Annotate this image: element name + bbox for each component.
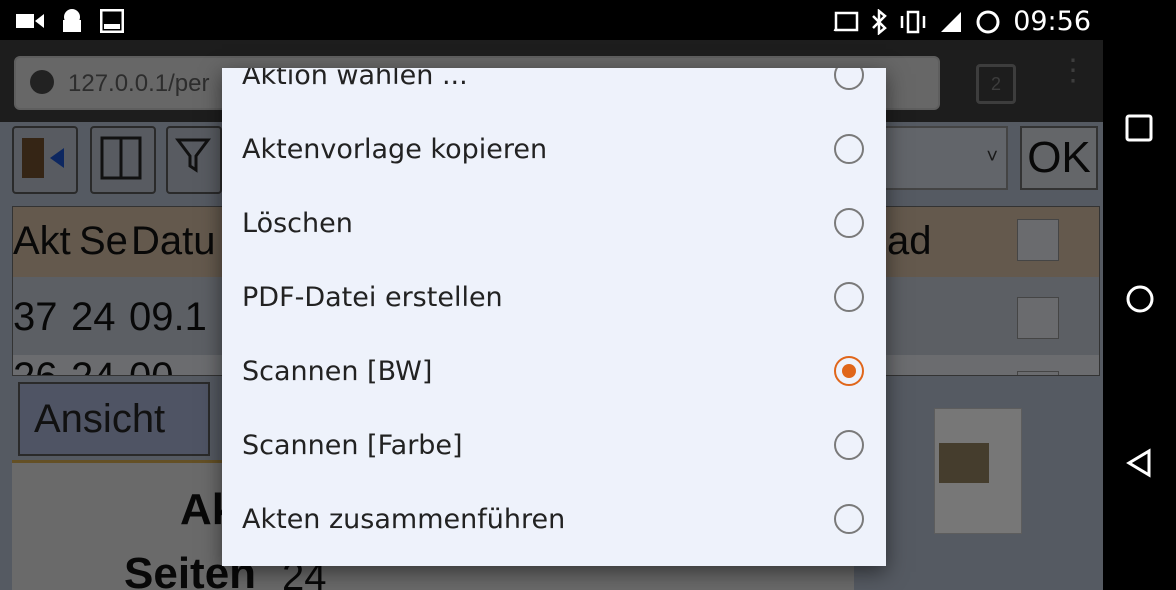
action-chooser-dialog: Aktion wählen ... Aktenvorlage kopieren … xyxy=(222,68,886,566)
clock: 09:56 xyxy=(1013,6,1091,37)
back-button[interactable] xyxy=(1123,446,1157,480)
radio-icon[interactable] xyxy=(834,208,864,238)
status-left-icons xyxy=(16,8,124,34)
option-label: Akten zusammenführen xyxy=(242,504,566,535)
option-loeschen[interactable]: Löschen xyxy=(222,186,886,260)
option-label: PDF-Datei erstellen xyxy=(242,282,503,313)
home-button[interactable] xyxy=(1123,282,1157,316)
option-label: Löschen xyxy=(242,208,353,239)
option-akten-zusammenfuehren[interactable]: Akten zusammenführen xyxy=(222,482,886,556)
option-aktion-waehlen[interactable]: Aktion wählen ... xyxy=(222,68,886,112)
option-aktenvorlage-kopieren[interactable]: Aktenvorlage kopieren xyxy=(222,112,886,186)
option-scannen-bw[interactable]: Scannen [BW] xyxy=(222,334,886,408)
radio-icon[interactable] xyxy=(834,282,864,312)
option-label: Scannen [Farbe] xyxy=(242,430,463,461)
radio-icon[interactable] xyxy=(834,430,864,460)
option-pdf-erstellen[interactable]: PDF-Datei erstellen xyxy=(222,260,886,334)
radio-selected-icon[interactable] xyxy=(834,356,864,386)
navigation-bar xyxy=(1103,0,1176,590)
status-bar: 09:56 xyxy=(0,0,1103,40)
option-label: Aktenvorlage kopieren xyxy=(242,134,548,165)
vibrate-icon xyxy=(900,10,926,33)
radio-icon[interactable] xyxy=(834,504,864,534)
terminal-icon xyxy=(100,9,124,33)
sync-icon xyxy=(976,10,1000,33)
bluetooth-icon xyxy=(872,8,888,35)
radio-icon[interactable] xyxy=(834,68,864,90)
option-label: Aktion wählen ... xyxy=(242,68,468,91)
cast-icon xyxy=(833,11,859,31)
option-label: Scannen [BW] xyxy=(242,356,433,387)
status-right-icons: 09:56 xyxy=(833,6,1091,37)
signal-icon xyxy=(941,11,962,32)
ghost-icon xyxy=(63,9,81,32)
video-icon xyxy=(16,14,44,28)
option-scannen-farbe[interactable]: Scannen [Farbe] xyxy=(222,408,886,482)
recents-button[interactable] xyxy=(1123,112,1157,146)
radio-icon[interactable] xyxy=(834,134,864,164)
